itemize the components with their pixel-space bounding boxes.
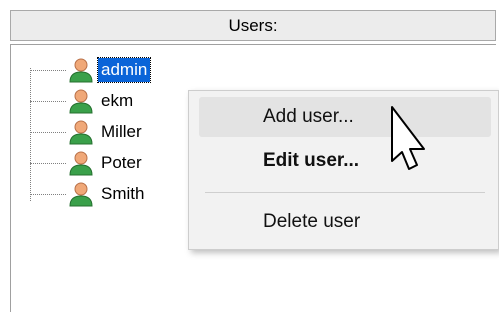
tree-item-admin[interactable]: admin: [30, 55, 152, 85]
tree-item-smith[interactable]: Smith: [30, 179, 147, 209]
menu-separator: [205, 192, 485, 193]
tree-item-label: Smith: [101, 184, 145, 203]
context-menu: Add user... Edit user... Delete user: [188, 90, 499, 250]
user-icon: [69, 89, 93, 114]
tree-item-poter[interactable]: Poter: [30, 148, 145, 178]
tree-item-label: Poter: [101, 153, 142, 172]
users-column-header[interactable]: Users:: [10, 10, 496, 41]
menu-item-label: Delete user: [263, 211, 361, 232]
menu-item-label: Edit user...: [263, 150, 360, 171]
users-header-label: Users:: [228, 15, 278, 35]
tree-item-label: Miller: [101, 122, 142, 141]
users-panel: Users: admin ekm Miller Poter Smith Add …: [0, 0, 499, 312]
tree-item-label: admin: [96, 57, 152, 83]
user-icon: [69, 58, 93, 83]
tree-item-miller[interactable]: Miller: [30, 117, 145, 147]
tree-branch-line: [30, 162, 66, 164]
user-icon: [69, 120, 93, 145]
tree-branch-line: [30, 193, 66, 195]
menu-item-edit-user[interactable]: Edit user...: [199, 141, 491, 181]
tree-item-ekm[interactable]: ekm: [30, 86, 136, 116]
menu-item-add-user[interactable]: Add user...: [199, 97, 491, 137]
menu-item-delete-user[interactable]: Delete user: [199, 202, 491, 242]
menu-item-label: Add user...: [263, 106, 354, 127]
tree-branch-line: [30, 69, 66, 71]
tree-item-label: ekm: [101, 91, 134, 110]
tree-branch-line: [30, 131, 66, 133]
mouse-pointer-icon: [391, 106, 425, 170]
tree-branch-line: [30, 100, 66, 102]
user-icon: [69, 182, 93, 207]
user-icon: [69, 151, 93, 176]
